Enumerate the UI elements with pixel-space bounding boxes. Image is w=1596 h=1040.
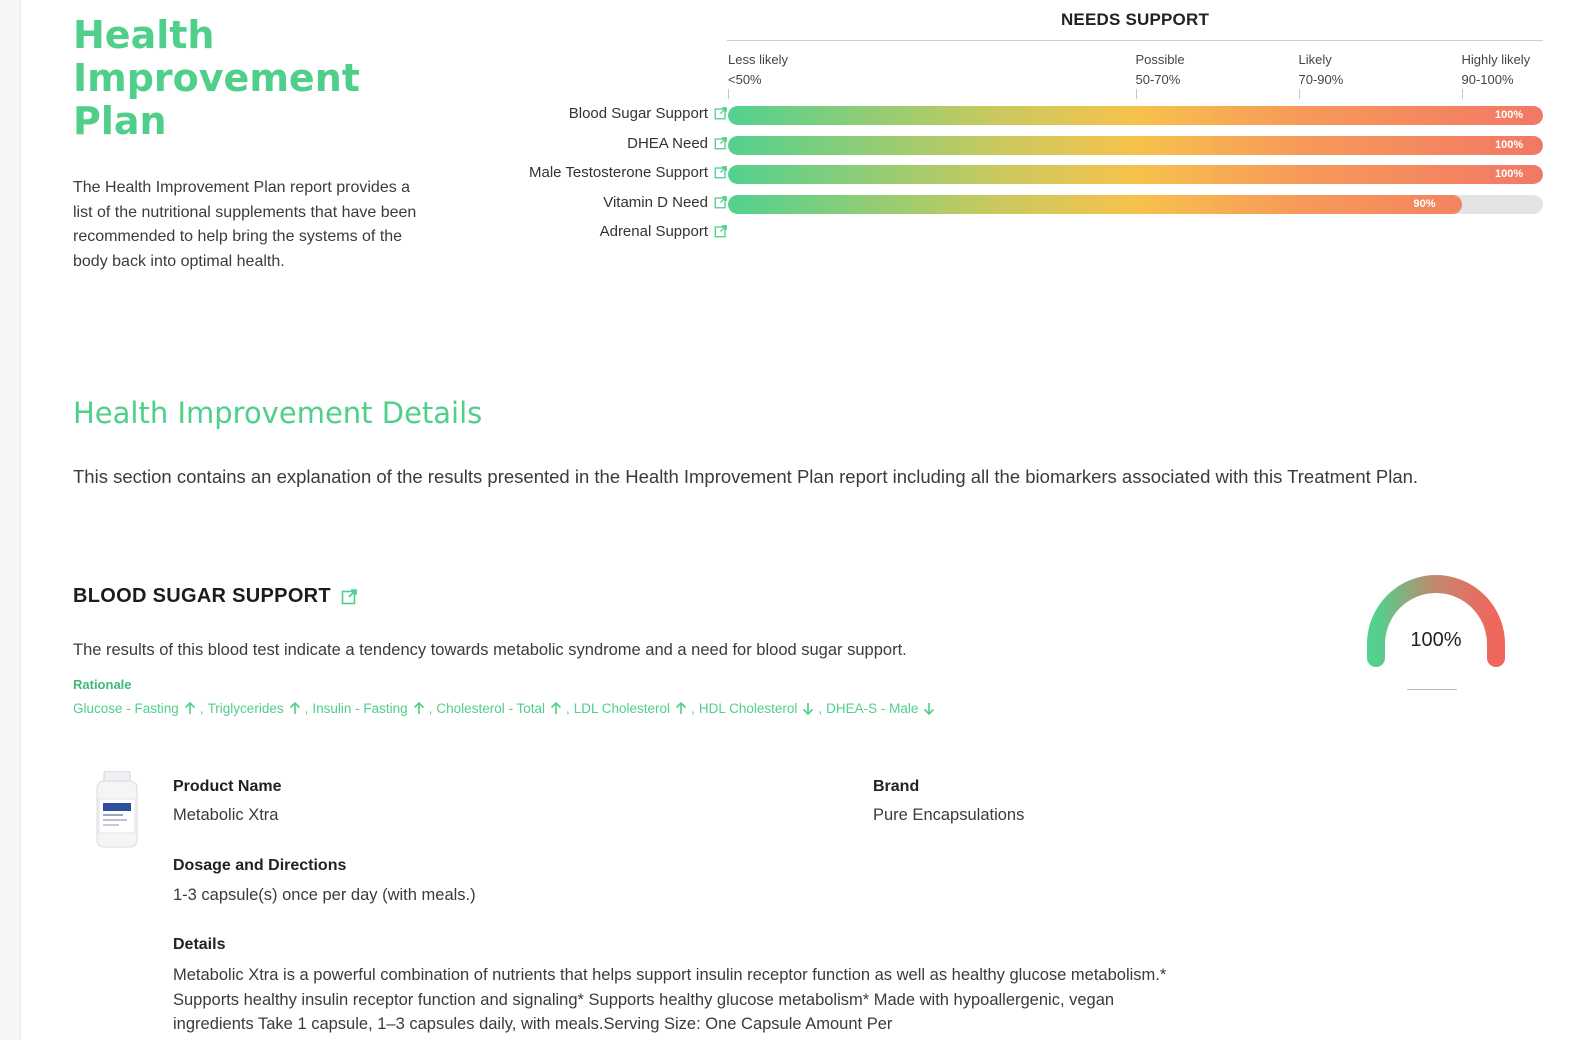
- needs-support-bar-track: 100%: [728, 165, 1543, 184]
- external-link-icon[interactable]: [714, 225, 727, 238]
- needs-support-title: NEEDS SUPPORT: [1060, 10, 1210, 29]
- rationale-biomarker[interactable]: DHEA-S - Male: [826, 701, 935, 716]
- arrow-up-icon: [675, 702, 687, 715]
- gauge-underline: [1407, 689, 1457, 690]
- rationale-biomarker-list: Glucose - Fasting, Triglycerides, Insulin …: [73, 701, 935, 716]
- row-label-text: Male Testosterone Support: [529, 164, 708, 181]
- details-section-description: This section contains an explanation of …: [73, 466, 1419, 487]
- brand-label: Brand: [873, 778, 920, 795]
- blood-sugar-support-description: The results of this blood test indicate …: [73, 641, 907, 659]
- external-link-icon[interactable]: [714, 166, 727, 179]
- scale-tick-line: [1461, 89, 1463, 99]
- needs-support-bar-track: 100%: [728, 135, 1543, 155]
- biomarker-name: DHEA-S - Male: [826, 701, 919, 716]
- rationale-separator: ,: [428, 701, 433, 716]
- product-name-value: Metabolic Xtra: [173, 806, 279, 824]
- bar-value-label: 100%: [1495, 138, 1524, 151]
- scale-tick-range: 70-90%: [1298, 72, 1344, 87]
- bar-value-label: 90%: [1413, 197, 1436, 210]
- product-name-label: Product Name: [173, 778, 282, 795]
- dosage-label: Dosage and Directions: [173, 857, 347, 874]
- rationale-separator: ,: [818, 701, 823, 716]
- biomarker-name: HDL Cholesterol: [698, 701, 798, 716]
- rationale-biomarker[interactable]: HDL Cholesterol: [699, 701, 815, 716]
- scale-tick-label: Highly likely 90-100%: [1462, 50, 1531, 90]
- arrow-up-icon: [184, 702, 196, 715]
- needs-support-bar-track: 90%: [728, 194, 1543, 214]
- rationale-separator: ,: [199, 701, 204, 716]
- scale-tick-line: [1298, 89, 1300, 99]
- needs-support-row-label[interactable]: Male Testosterone Support: [529, 164, 727, 181]
- external-link-icon[interactable]: [714, 107, 727, 120]
- biomarker-name: LDL Cholesterol: [573, 701, 671, 716]
- scale-tick-label: Possible 50-70%: [1136, 50, 1185, 90]
- biomarker-name: Insulin - Fasting: [312, 701, 408, 716]
- intro-text: The Health Improvement Plan report provi…: [73, 179, 417, 270]
- scale-tick-name: Likely: [1298, 52, 1332, 67]
- rationale-label: Rationale: [73, 677, 132, 692]
- details-label: Details: [173, 936, 226, 953]
- biomarker-name: Cholesterol - Total: [436, 701, 545, 716]
- needs-support-bar: [728, 194, 1462, 214]
- needs-support-row-label[interactable]: Adrenal Support: [600, 223, 727, 240]
- row-label-text: Adrenal Support: [599, 223, 708, 240]
- needs-support-row-label[interactable]: Vitamin D Need: [603, 194, 727, 211]
- bar-value-label: 100%: [1495, 109, 1524, 121]
- needs-support-row-label[interactable]: DHEA Need: [627, 135, 727, 152]
- needs-support-divider: [727, 40, 1543, 41]
- row-label-text: DHEA Need: [627, 134, 708, 152]
- scale-tick-name: Highly likely: [1461, 52, 1531, 67]
- scale-tick-name: Less likely: [728, 52, 788, 67]
- brand-value: Pure Encapsulations: [873, 806, 1025, 824]
- dosage-value: 1-3 capsule(s) once per day (with meals.…: [173, 886, 476, 904]
- rationale-biomarker[interactable]: Triglycerides: [208, 701, 301, 716]
- scale-tick-name: Possible: [1135, 52, 1185, 67]
- gauge-value: 100%: [1410, 629, 1462, 651]
- scale-tick-label: Less likely <50%: [728, 50, 788, 90]
- scale-tick-line: [1135, 89, 1137, 99]
- left-margin-strip: [0, 0, 21, 1040]
- arrow-up-icon: [413, 702, 425, 715]
- page-title: Health Improvement Plan: [73, 13, 360, 143]
- blood-sugar-support-heading[interactable]: BLOOD SUGAR SUPPORT: [73, 585, 357, 608]
- needs-support-bar: [728, 106, 1543, 125]
- rationale-biomarker[interactable]: Insulin - Fasting: [312, 701, 424, 716]
- product-bottle-image: [96, 771, 138, 848]
- scale-tick-range: <50%: [728, 72, 762, 87]
- rationale-separator: ,: [304, 701, 309, 716]
- external-link-icon[interactable]: [714, 195, 727, 209]
- needs-support-bar: [728, 135, 1543, 155]
- product-details-text: Metabolic Xtra is a powerful combination…: [173, 966, 1167, 1033]
- rationale-biomarker[interactable]: Glucose - Fasting: [73, 701, 196, 716]
- scale-tick-range: 50-70%: [1135, 72, 1181, 87]
- needs-support-bar: [728, 165, 1543, 184]
- blood-sugar-support-title: BLOOD SUGAR SUPPORT: [73, 585, 331, 607]
- arrow-down-icon: [802, 702, 814, 715]
- arrow-down-icon: [923, 702, 935, 715]
- scale-tick-range: 90-100%: [1461, 72, 1514, 87]
- details-section-title: Health Improvement Details: [73, 396, 483, 430]
- external-link-icon[interactable]: [714, 136, 727, 150]
- needs-support-row-label[interactable]: Blood Sugar Support: [569, 105, 727, 122]
- rationale-separator: ,: [565, 701, 570, 716]
- arrow-up-icon: [550, 702, 562, 715]
- bar-value-label: 100%: [1495, 168, 1524, 180]
- arrow-up-icon: [289, 702, 301, 715]
- biomarker-name: Glucose - Fasting: [73, 701, 179, 716]
- needs-support-bar-track: 100%: [728, 106, 1543, 125]
- row-label-text: Vitamin D Need: [603, 193, 708, 211]
- rationale-biomarker[interactable]: Cholesterol - Total: [436, 701, 562, 716]
- scale-tick-line: [728, 89, 729, 99]
- scale-tick-label: Likely 70-90%: [1299, 50, 1344, 90]
- rationale-separator: ,: [691, 701, 695, 716]
- biomarker-name: Triglycerides: [207, 701, 284, 716]
- row-label-text: Blood Sugar Support: [568, 105, 708, 122]
- external-link-icon[interactable]: [341, 588, 357, 605]
- rationale-biomarker[interactable]: LDL Cholesterol: [574, 701, 687, 716]
